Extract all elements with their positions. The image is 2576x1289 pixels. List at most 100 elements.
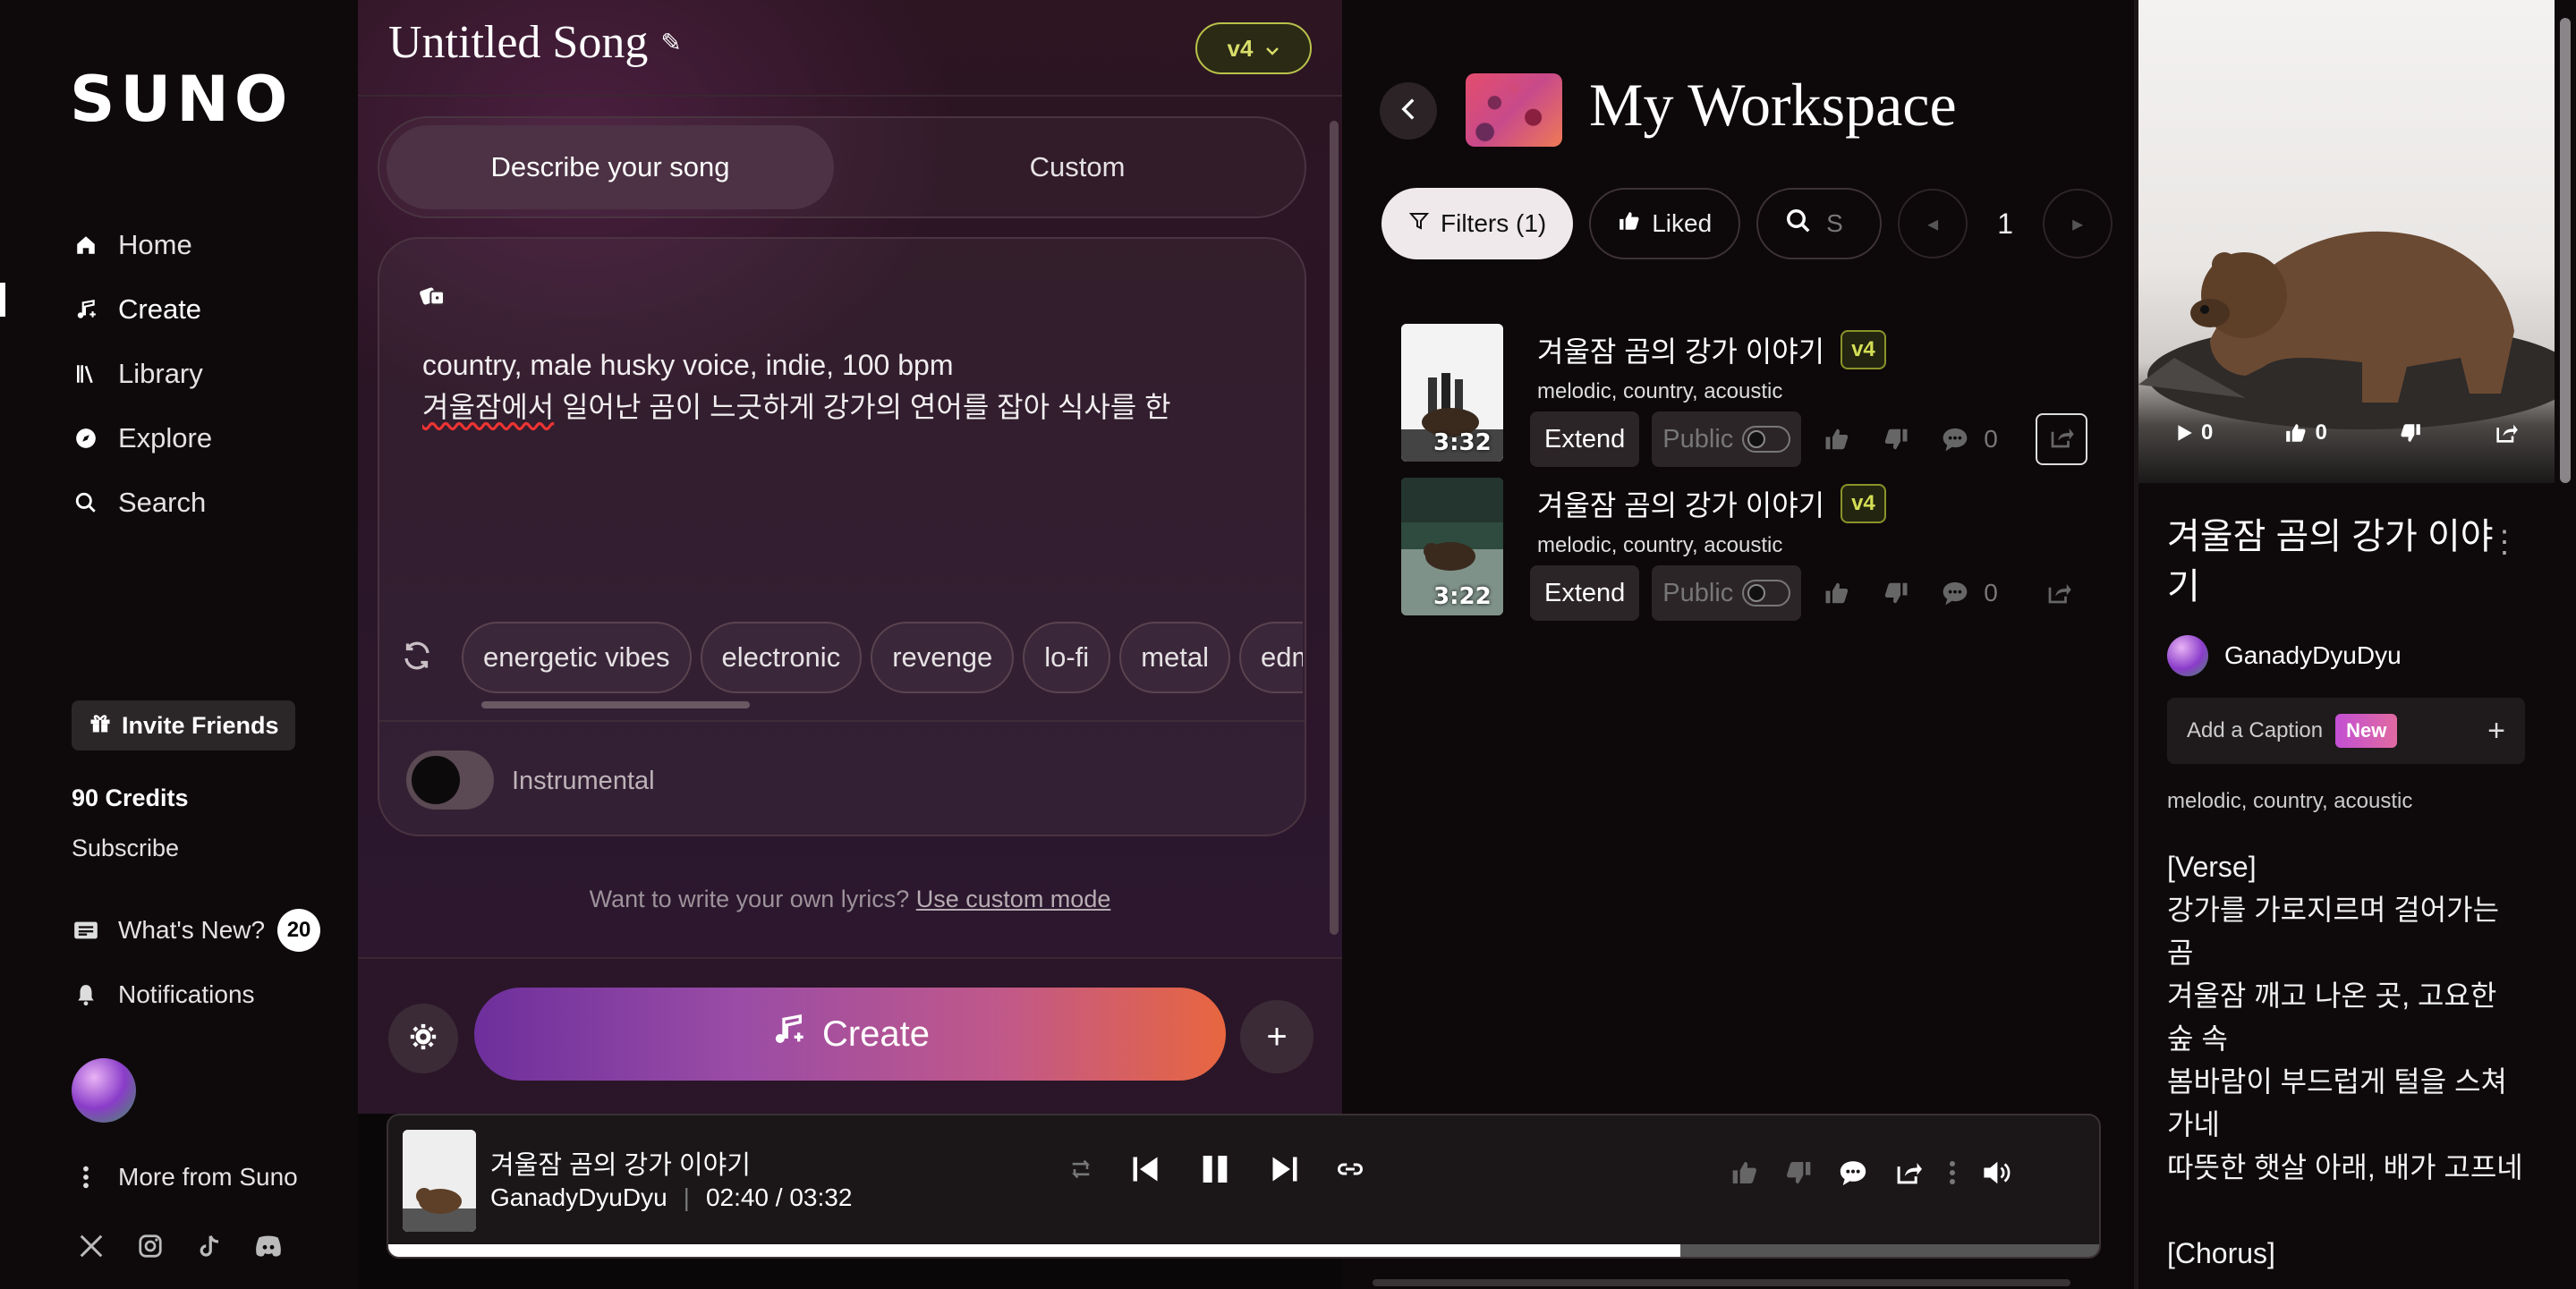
detail-scrollbar[interactable] bbox=[2555, 0, 2576, 1289]
thumbs-down-icon[interactable] bbox=[1784, 1158, 1813, 1191]
share-icon[interactable] bbox=[2494, 421, 2519, 445]
tags-scrollbar[interactable] bbox=[469, 699, 1292, 711]
clip-cover-image[interactable]: 3:32 bbox=[1401, 324, 1503, 462]
invite-friends-button[interactable]: Invite Friends bbox=[72, 700, 295, 751]
clip-cover-image[interactable]: 3:22 bbox=[1401, 478, 1503, 615]
use-custom-mode-link[interactable]: Use custom mode bbox=[916, 886, 1111, 912]
style-tag[interactable]: edm bbox=[1239, 622, 1303, 693]
clip-title[interactable]: 겨울잠 곰의 강가 이야기 v4 bbox=[1537, 483, 1886, 524]
prev-page-button[interactable]: ◂ bbox=[1898, 189, 1968, 259]
share-icon[interactable] bbox=[1893, 1159, 1924, 1191]
volume-icon[interactable] bbox=[1981, 1159, 2011, 1191]
comment-icon[interactable] bbox=[1932, 570, 1978, 616]
share-button[interactable] bbox=[2035, 413, 2087, 465]
whats-new-button[interactable]: What's New? 20 bbox=[72, 909, 321, 952]
comment-icon[interactable] bbox=[1932, 416, 1978, 462]
back-button[interactable] bbox=[1380, 82, 1437, 140]
kebab-icon[interactable] bbox=[1949, 1159, 1956, 1191]
style-tag[interactable]: electronic bbox=[700, 622, 863, 693]
clip-row[interactable]: 3:32 겨울잠 곰의 강가 이야기 v4 melodic, country, … bbox=[1401, 324, 2135, 467]
song-title[interactable]: Untitled Song ✎ bbox=[388, 16, 682, 69]
more-options-icon[interactable]: ⋮ bbox=[2489, 524, 2520, 560]
thumbs-down-icon[interactable] bbox=[1873, 416, 1919, 462]
thumbs-down-icon[interactable] bbox=[2399, 421, 2422, 445]
toggle-switch bbox=[1742, 580, 1791, 606]
add-button[interactable]: + bbox=[1240, 1000, 1314, 1073]
like-button[interactable]: 0 bbox=[2284, 420, 2327, 445]
style-tag[interactable]: lo-fi bbox=[1023, 622, 1111, 693]
creator-link[interactable]: GanadyDyuDyu bbox=[2167, 635, 2402, 676]
notifications-button[interactable]: Notifications bbox=[72, 980, 255, 1009]
model-version-label: v4 bbox=[1227, 34, 1254, 62]
liked-filter-button[interactable]: Liked bbox=[1589, 188, 1741, 259]
thumbs-up-icon[interactable] bbox=[1814, 570, 1860, 616]
extend-button[interactable]: Extend bbox=[1530, 565, 1640, 621]
previous-track-icon[interactable] bbox=[1129, 1153, 1161, 1190]
thumbs-down-icon[interactable] bbox=[1873, 570, 1919, 616]
settings-button[interactable] bbox=[388, 1004, 458, 1073]
tags-scrollbar-thumb[interactable] bbox=[481, 701, 750, 708]
style-tag[interactable]: metal bbox=[1119, 622, 1230, 693]
share-icon[interactable] bbox=[2036, 570, 2082, 616]
clip-row[interactable]: 3:22 겨울잠 곰의 강가 이야기 v4 melodic, country, … bbox=[1401, 478, 2135, 621]
tab-custom[interactable]: Custom bbox=[863, 125, 1292, 209]
sidebar-item-library[interactable]: Library bbox=[72, 342, 212, 406]
notifications-label: Notifications bbox=[118, 980, 255, 1008]
thumbs-up-icon[interactable] bbox=[1730, 1158, 1759, 1191]
public-toggle[interactable]: Public bbox=[1652, 565, 1802, 621]
filters-button[interactable]: Filters (1) bbox=[1382, 188, 1574, 259]
model-version-select[interactable]: v4 bbox=[1195, 22, 1312, 74]
next-page-button[interactable]: ▸ bbox=[2043, 189, 2113, 259]
subscribe-link[interactable]: Subscribe bbox=[72, 835, 179, 862]
create-button[interactable]: Create bbox=[474, 988, 1226, 1081]
style-tag[interactable]: energetic vibes bbox=[462, 622, 692, 693]
user-avatar[interactable] bbox=[72, 1058, 136, 1123]
pencil-icon[interactable]: ✎ bbox=[660, 28, 681, 58]
extend-button[interactable]: Extend bbox=[1530, 411, 1640, 467]
triangle-left-icon: ◂ bbox=[1927, 211, 1939, 236]
progress-fill bbox=[388, 1244, 1680, 1257]
x-icon[interactable] bbox=[75, 1230, 107, 1262]
dice-icon[interactable] bbox=[419, 282, 447, 318]
tab-describe[interactable]: Describe your song bbox=[387, 125, 834, 209]
sidebar-item-explore[interactable]: Explore bbox=[72, 406, 212, 471]
instrumental-toggle[interactable] bbox=[406, 751, 494, 810]
instagram-icon[interactable] bbox=[134, 1230, 166, 1262]
link-icon[interactable] bbox=[1337, 1159, 1364, 1183]
sidebar-item-home[interactable]: Home bbox=[72, 213, 212, 277]
whats-new-badge: 20 bbox=[277, 909, 321, 952]
now-playing-cover[interactable] bbox=[403, 1130, 476, 1232]
clip-title[interactable]: 겨울잠 곰의 강가 이야기 v4 bbox=[1537, 329, 1886, 370]
style-tag[interactable]: revenge bbox=[871, 622, 1015, 693]
song-description-input[interactable]: country, male husky voice, indie, 100 bp… bbox=[422, 344, 1281, 428]
workspace-search-input[interactable]: S bbox=[1756, 188, 1883, 259]
thumbs-up-icon[interactable] bbox=[1814, 416, 1860, 462]
play-button[interactable]: 0 bbox=[2174, 420, 2213, 445]
social-links bbox=[75, 1230, 285, 1262]
tiktok-icon[interactable] bbox=[193, 1230, 225, 1262]
clip-duration: 3:32 bbox=[1433, 429, 1492, 456]
sidebar-nav: Home Create Library Explore Search bbox=[72, 213, 212, 535]
public-toggle[interactable]: Public bbox=[1652, 411, 1802, 467]
next-track-icon[interactable] bbox=[1269, 1153, 1301, 1190]
sidebar-item-create[interactable]: Create bbox=[72, 277, 212, 342]
suno-logo[interactable]: SUNO bbox=[70, 63, 293, 136]
now-playing-title[interactable]: 겨울잠 곰의 강가 이야기 bbox=[490, 1144, 751, 1182]
scrollbar-thumb[interactable] bbox=[1330, 121, 1339, 935]
refresh-tags-icon[interactable] bbox=[401, 640, 433, 680]
scrollbar-thumb[interactable] bbox=[1373, 1279, 2070, 1286]
playback-progress[interactable] bbox=[388, 1244, 2099, 1257]
style-tags: energetic vibes electronic revenge lo-fi… bbox=[462, 622, 1303, 695]
more-from-suno-button[interactable]: More from Suno bbox=[72, 1163, 298, 1191]
now-playing-artist[interactable]: GanadyDyuDyu bbox=[490, 1183, 667, 1212]
scrollbar-thumb[interactable] bbox=[2560, 18, 2571, 483]
pause-icon[interactable] bbox=[1197, 1151, 1233, 1191]
create-panel-scrollbar[interactable] bbox=[1328, 103, 1340, 953]
sidebar-item-search[interactable]: Search bbox=[72, 471, 212, 535]
comment-icon[interactable] bbox=[1838, 1158, 1868, 1191]
add-caption-button[interactable]: Add a Caption New + bbox=[2167, 698, 2525, 764]
loop-icon[interactable] bbox=[1068, 1157, 1093, 1186]
separator: | bbox=[683, 1183, 690, 1211]
discord-icon[interactable] bbox=[252, 1230, 285, 1262]
workspace-horizontal-scrollbar[interactable] bbox=[1342, 1276, 2134, 1289]
